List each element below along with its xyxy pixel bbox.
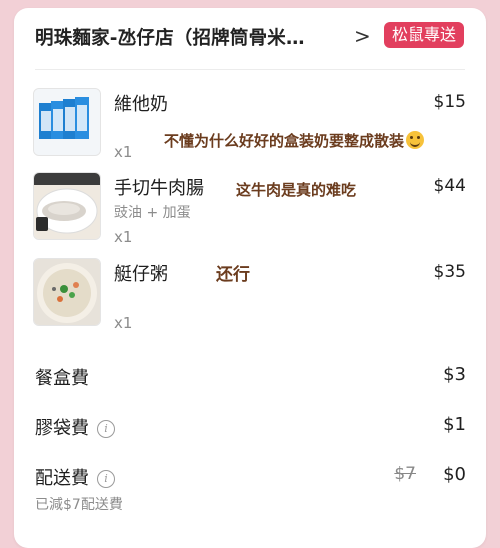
item-name: 艇仔粥 [114,264,168,285]
box-fee-label: 餐盒費 [35,368,89,389]
list-item: 維他奶 $15 x1 不懂为什么好好的盒装奶要整成散装 [14,88,486,168]
order-card: 明珠麵家-氹仔店（招牌筒骨米… > 松鼠專送 維他奶 $15 x1 不懂为什么好… [14,8,486,548]
info-icon[interactable]: i [97,420,115,438]
delivery-badge: 松鼠專送 [384,22,465,48]
bag-fee-value: $1 [443,414,466,435]
bag-fee-label: 膠袋費 [35,418,89,439]
list-item: 艇仔粥 $35 x1 还行 [14,258,486,338]
vita-soy-milk-image [33,88,101,156]
handwritten-note: 还行 [216,265,250,285]
congee-image [33,258,101,326]
handwritten-note: 这牛肉是真的难吃 [236,181,357,199]
item-options: 豉油 + 加蛋 [114,205,191,221]
store-name[interactable]: 明珠麵家-氹仔店（招牌筒骨米… [35,24,305,50]
delivery-fee-value: $0 [443,464,466,485]
delivery-fee-label: 配送費 [35,468,89,489]
beef-rice-roll-image [33,172,101,240]
item-price: $15 [433,92,466,112]
delivery-discount-note: 已減$7配送費 [35,497,123,513]
bag-fee-label-group: 膠袋費 i [35,414,115,440]
delivery-fee-label-group: 配送費 i [35,464,115,490]
handwritten-note: 不懂为什么好好的盒装奶要整成散装 [164,130,425,151]
item-name: 維他奶 [114,94,168,115]
box-fee-value: $3 [443,364,466,385]
item-quantity: x1 [114,228,133,246]
item-name: 手切牛肉腸 [114,178,204,199]
store-header[interactable]: 明珠麵家-氹仔店（招牌筒骨米… > 松鼠專送 [14,8,486,68]
item-price: $44 [433,176,466,196]
bag-fee-row: 膠袋費 i $1 [14,414,486,444]
list-item: 手切牛肉腸 豉油 + 加蛋 $44 x1 这牛肉是真的难吃 [14,172,486,252]
info-icon[interactable]: i [97,470,115,488]
chevron-right-icon[interactable]: > [354,24,371,48]
header-divider [35,69,465,70]
delivery-fee-row: 配送費 i $7 $0 [14,464,486,494]
item-quantity: x1 [114,143,133,161]
item-price: $35 [433,262,466,282]
delivery-fee-original: $7 [394,464,416,484]
sweat-smile-emoji-icon [406,131,425,149]
box-fee-row: 餐盒費 $3 [14,364,486,394]
item-quantity: x1 [114,314,133,332]
